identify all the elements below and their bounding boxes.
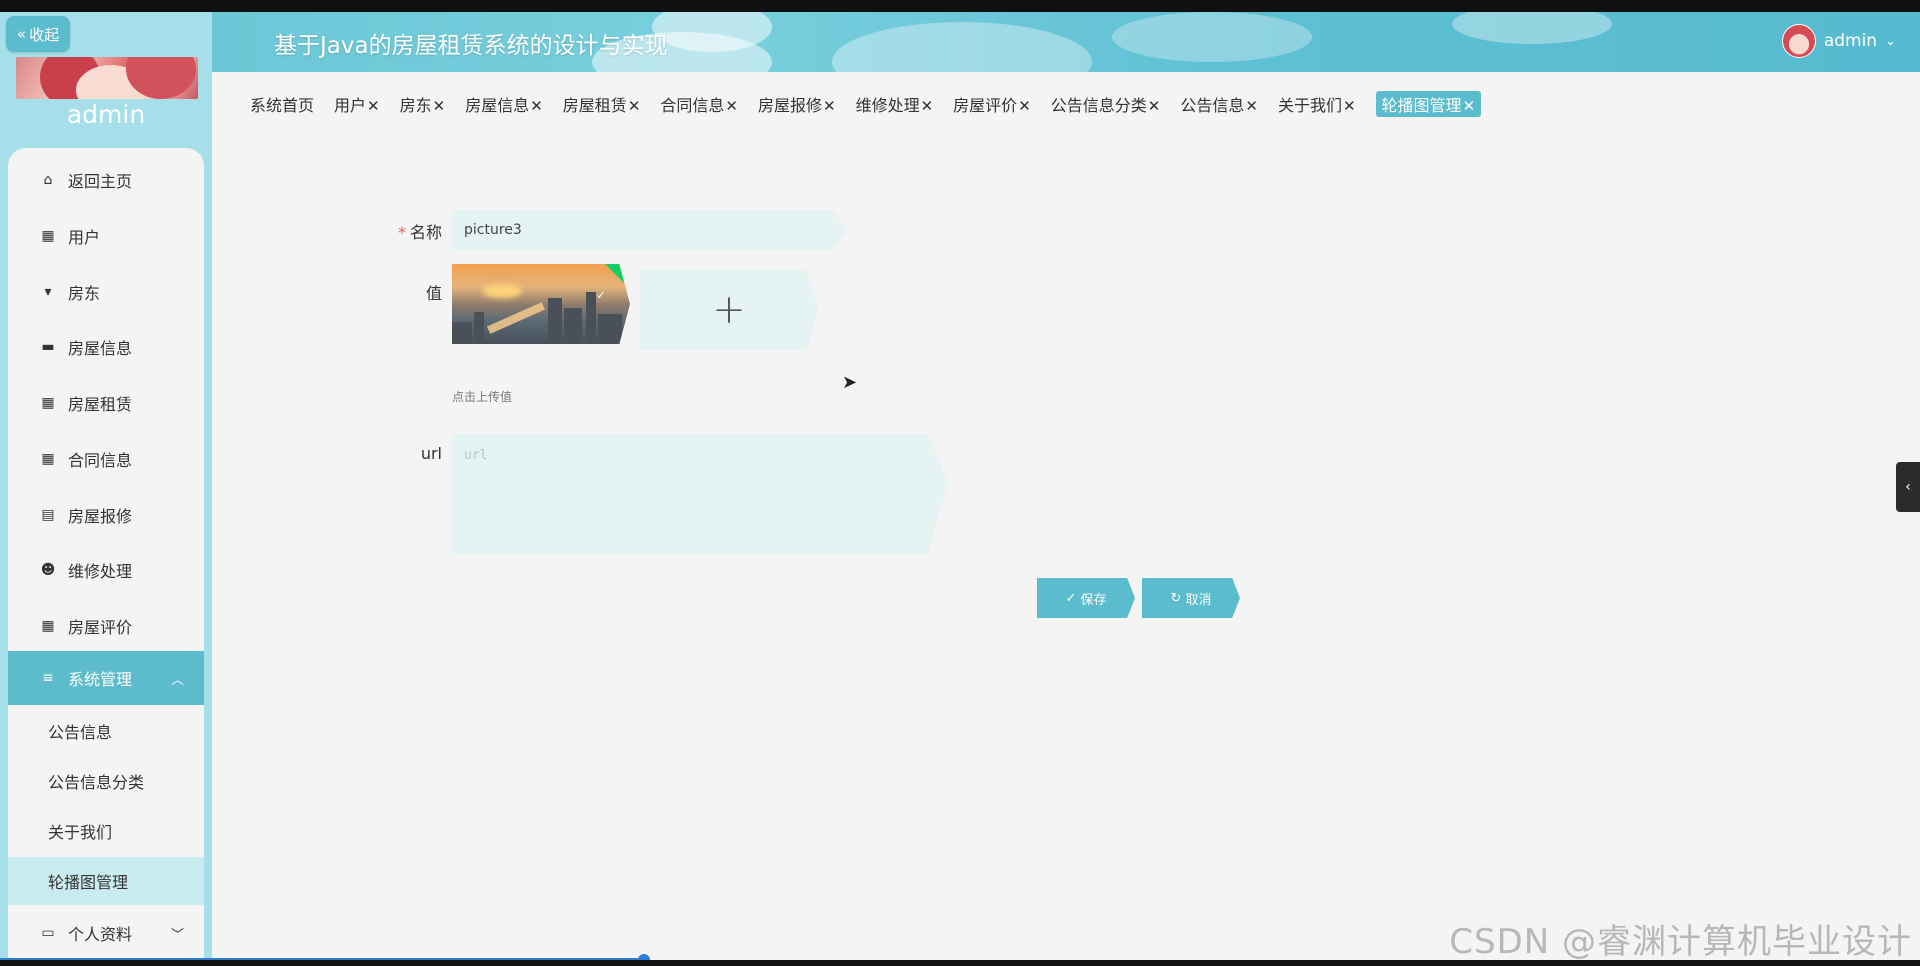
sidebar-item-label: 维修处理 <box>68 562 133 581</box>
tab-notice[interactable]: 公告信息✕ <box>1180 92 1258 116</box>
sidebar-item-contract[interactable]: ▦ 合同信息 <box>8 433 204 485</box>
collapse-label: 收起 <box>29 25 60 44</box>
sidebar-item-house-info[interactable]: ▬ 房屋信息 <box>8 321 204 373</box>
save-button[interactable]: ✓ 保存 <box>1037 578 1135 618</box>
sliders-icon: ≡ <box>42 670 54 686</box>
sidebar-item-label: 个人资料 <box>68 925 133 944</box>
tab-users[interactable]: 用户✕ <box>334 92 380 116</box>
upload-hint: 点击上传值 <box>452 390 513 404</box>
name-input[interactable]: picture3 <box>452 210 848 250</box>
header: 基于Java的房屋租赁系统的设计与实现 admin ⌄ <box>212 12 1920 72</box>
grid-icon: ▦ <box>41 228 55 244</box>
upload-success-badge <box>599 264 630 287</box>
close-icon[interactable]: ✕ <box>367 97 380 115</box>
chevron-down-icon: ⌄ <box>1885 33 1896 49</box>
tab-carousel[interactable]: 轮播图管理✕ <box>1375 91 1482 117</box>
close-icon[interactable]: ✕ <box>921 97 934 115</box>
tab-landlord[interactable]: 房东✕ <box>400 92 446 116</box>
tab-repair[interactable]: 房屋报修✕ <box>758 92 836 116</box>
avatar <box>1781 24 1816 58</box>
sidebar-item-reviews[interactable]: ▦ 房屋评价 <box>8 600 204 652</box>
double-chevron-left-icon: « <box>16 25 27 43</box>
tab-bar: 系统首页 用户✕ 房东✕ 房屋信息✕ 房屋租赁✕ 合同信息✕ 房屋报修✕ 维修处… <box>250 91 1501 117</box>
sidebar-item-label: 返回主页 <box>68 172 133 191</box>
sidebar-item-label: 房屋租赁 <box>68 395 133 414</box>
close-icon[interactable]: ✕ <box>530 97 543 115</box>
sidebar-item-system[interactable]: ≡ 系统管理 ︿ <box>8 651 204 705</box>
tab-maintenance[interactable]: 维修处理✕ <box>856 92 934 116</box>
close-icon[interactable]: ✕ <box>433 97 446 115</box>
close-icon[interactable]: ✕ <box>1463 97 1476 115</box>
close-icon[interactable]: ✕ <box>628 97 641 115</box>
tab-about[interactable]: 关于我们✕ <box>1278 92 1356 116</box>
sidebar-item-profile[interactable]: ▭ 个人资料 ﹀ <box>8 910 204 956</box>
sidebar-item-home[interactable]: ⌂ 返回主页 <box>8 154 204 206</box>
sidebar-item-label: 系统管理 <box>68 670 133 689</box>
name-label: * 名称 <box>397 223 442 242</box>
close-icon[interactable]: ✕ <box>725 97 738 115</box>
sidebar-item-label: 房东 <box>68 284 101 303</box>
sidebar-item-maintenance[interactable]: ☻ 维修处理 <box>8 544 204 596</box>
grid-icon: ▦ <box>41 451 55 467</box>
close-icon[interactable]: ✕ <box>1245 97 1258 115</box>
check-icon: ✓ <box>595 288 606 302</box>
sidebar-item-label: 用户 <box>68 228 101 247</box>
grid-icon: ▦ <box>41 395 55 411</box>
submenu-item-carousel[interactable]: 轮播图管理 <box>8 857 204 905</box>
sidebar-item-landlord[interactable]: ▾ 房东 <box>8 266 204 318</box>
close-icon[interactable]: ✕ <box>823 97 836 115</box>
value-label: 值 <box>425 284 442 303</box>
submenu-item-about[interactable]: 关于我们 <box>8 807 204 855</box>
chevron-left-icon: ‹ <box>1905 479 1911 495</box>
cancel-button[interactable]: ↻ 取消 <box>1142 578 1240 618</box>
upload-button[interactable]: + <box>640 270 818 350</box>
sidebar-item-label: 房屋报修 <box>68 507 133 526</box>
person-icon: ☻ <box>40 562 56 578</box>
sidebar-item-repair[interactable]: ▤ 房屋报修 <box>8 489 204 541</box>
sidebar-item-label: 合同信息 <box>68 451 133 470</box>
submenu-item-notice-category[interactable]: 公告信息分类 <box>8 757 204 805</box>
page-title: 基于Java的房屋租赁系统的设计与实现 <box>274 33 668 59</box>
tab-notice-category[interactable]: 公告信息分类✕ <box>1051 92 1161 116</box>
close-icon[interactable]: ✕ <box>1343 97 1356 115</box>
submenu-item-notice[interactable]: 公告信息 <box>8 707 204 755</box>
top-bar <box>0 0 1920 12</box>
sidebar-item-users[interactable]: ▦ 用户 <box>8 210 204 262</box>
refresh-icon: ↻ <box>1170 590 1182 606</box>
tab-house-info[interactable]: 房屋信息✕ <box>465 92 543 116</box>
chevron-down-icon: ﹀ <box>170 927 184 943</box>
sidebar-username: admin <box>66 100 146 129</box>
close-icon[interactable]: ✕ <box>1148 97 1161 115</box>
close-icon[interactable]: ✕ <box>1018 97 1031 115</box>
user-menu[interactable]: admin ⌄ <box>1781 24 1896 58</box>
clipboard-icon: ▤ <box>41 507 55 523</box>
right-panel-toggle[interactable]: ‹ <box>1896 462 1920 512</box>
url-textarea[interactable]: url <box>452 434 948 554</box>
bottom-bar <box>0 960 1920 966</box>
watermark: CSDN @睿渊计算机毕业设计 <box>1449 922 1912 962</box>
tab-contract[interactable]: 合同信息✕ <box>660 92 738 116</box>
user-name: admin <box>1823 31 1878 51</box>
url-label: url <box>420 444 442 463</box>
sidebar-item-rental[interactable]: ▦ 房屋租赁 <box>8 377 204 429</box>
card-icon: ▭ <box>41 925 55 941</box>
monitor-icon: ▬ <box>41 339 55 355</box>
chevron-up-icon: ︿ <box>170 672 184 688</box>
tab-home[interactable]: 系统首页 <box>250 92 314 116</box>
grid-icon: ▦ <box>41 618 55 634</box>
tab-rental[interactable]: 房屋租赁✕ <box>563 92 641 116</box>
sidebar-item-label: 房屋评价 <box>68 618 133 637</box>
plus-icon: + <box>712 287 746 333</box>
flag-icon: ▾ <box>44 284 52 300</box>
avatar-banner <box>16 57 198 99</box>
uploaded-image-thumbnail[interactable]: ✓ <box>452 264 630 344</box>
collapse-button[interactable]: « 收起 <box>6 16 70 52</box>
check-icon: ✓ <box>1065 590 1077 606</box>
tab-reviews[interactable]: 房屋评价✕ <box>953 92 1031 116</box>
home-icon: ⌂ <box>43 172 53 188</box>
sidebar-item-label: 房屋信息 <box>68 339 133 358</box>
mouse-cursor-icon: ➤ <box>842 372 858 393</box>
